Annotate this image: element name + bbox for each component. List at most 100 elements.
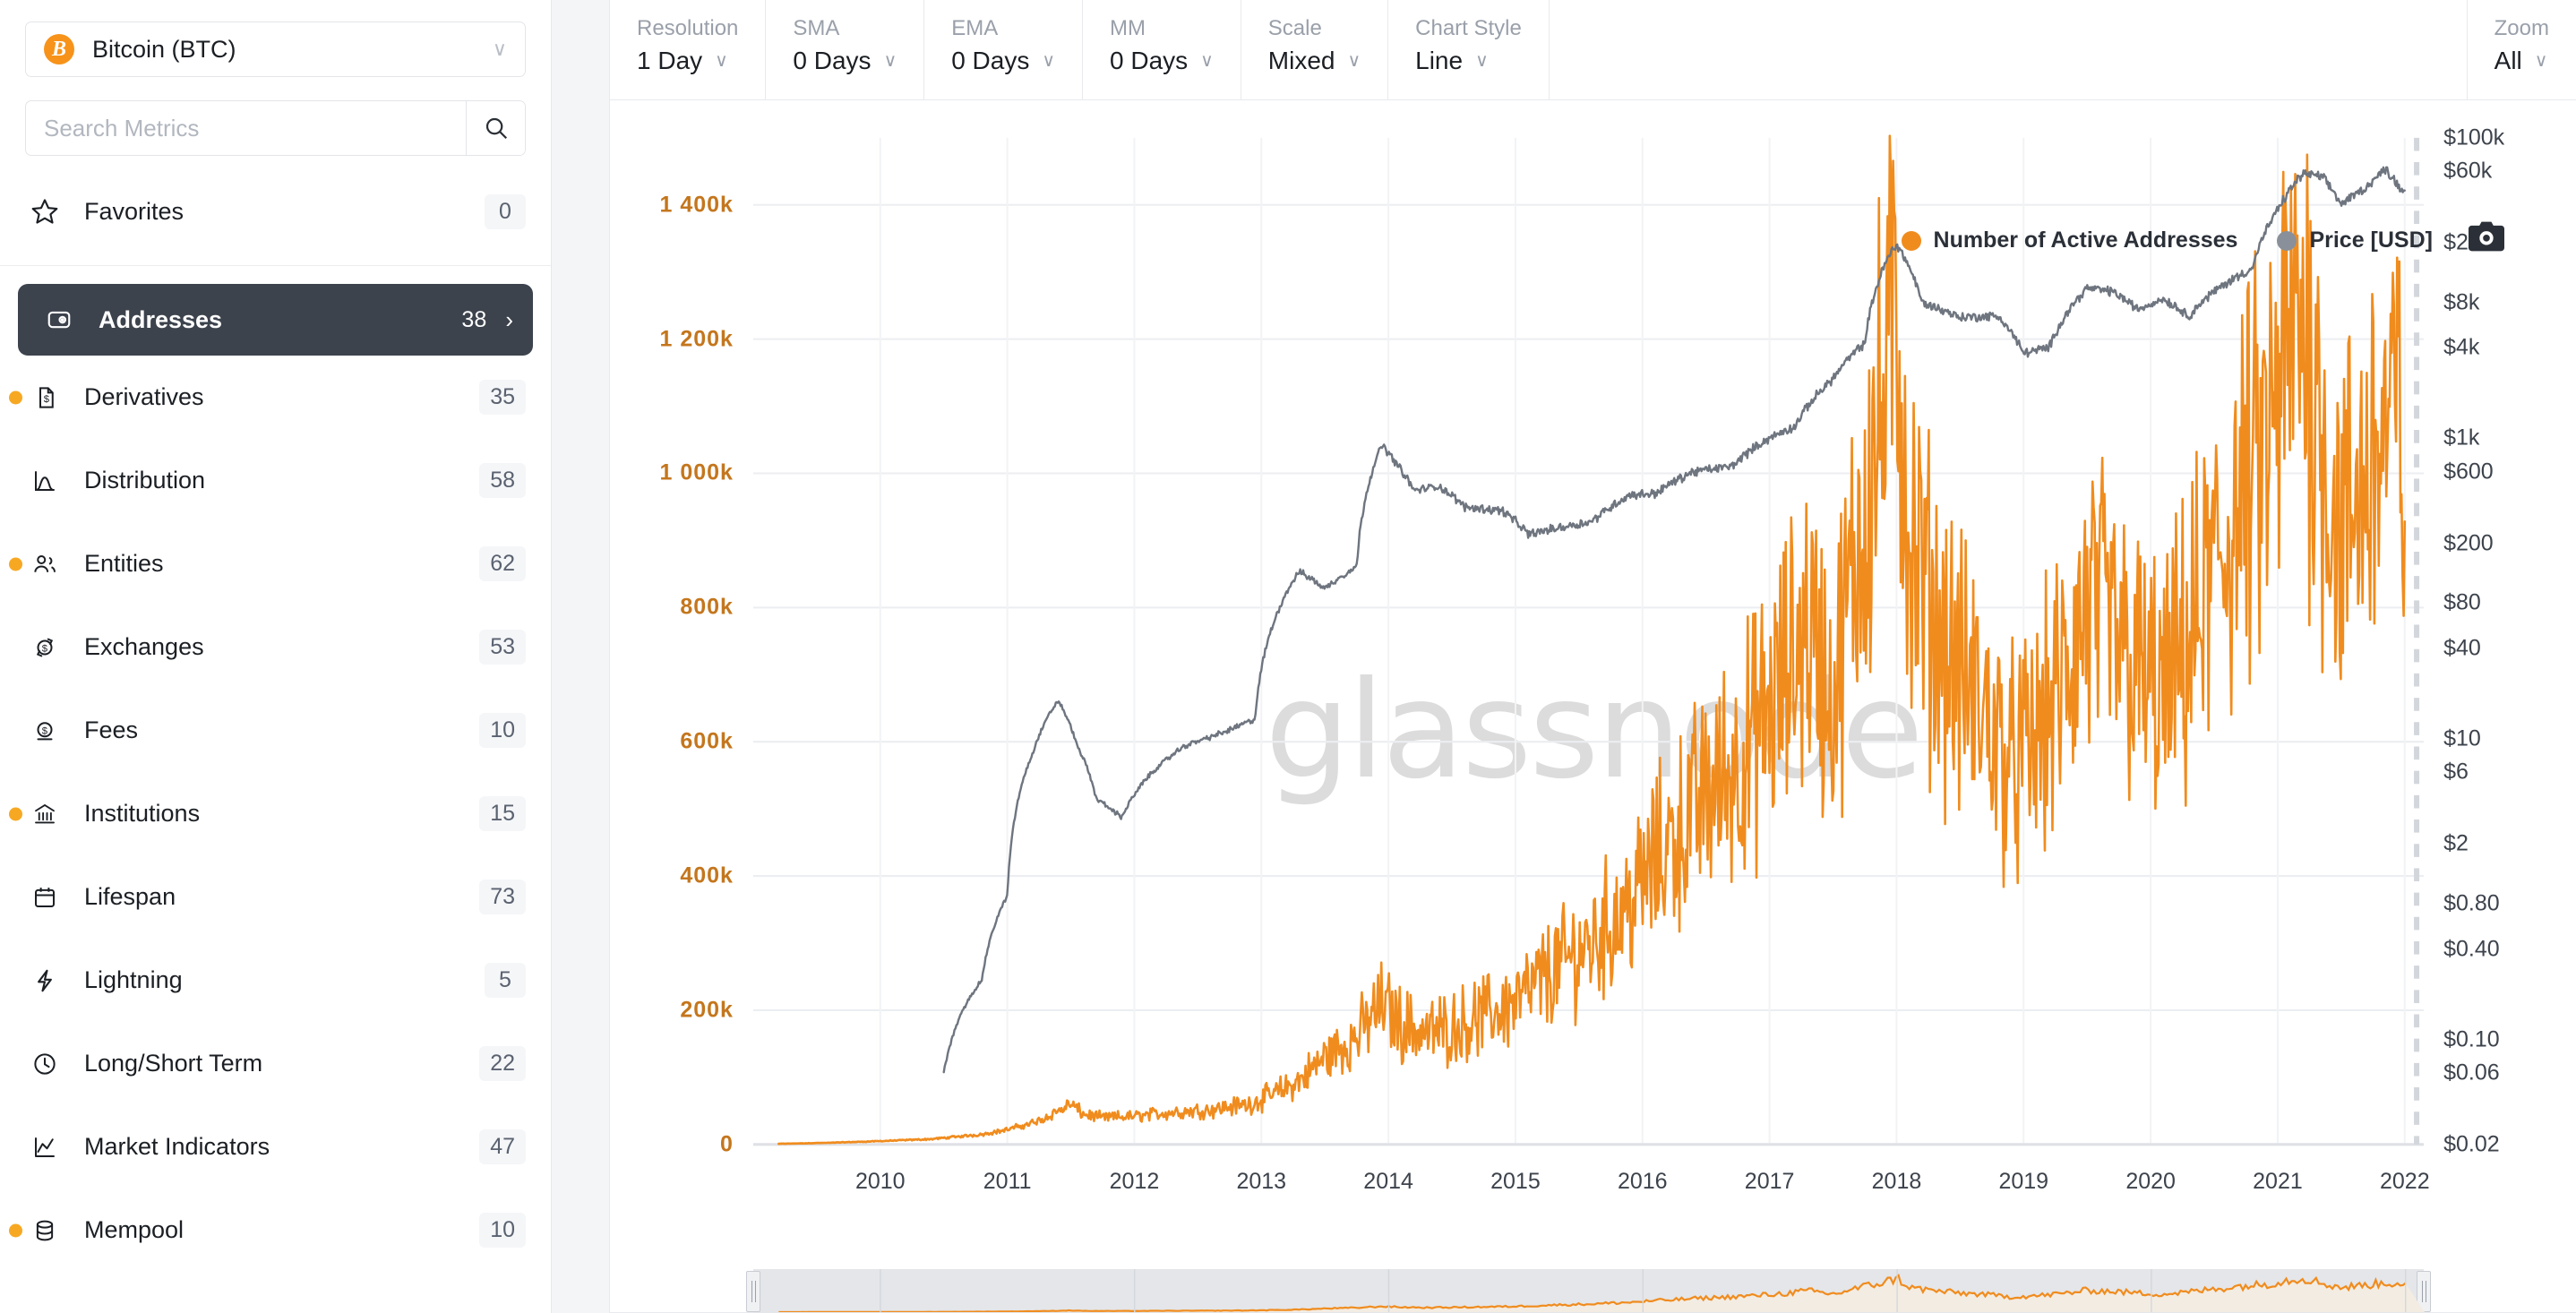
legend-swatch-orange: [1901, 230, 1921, 251]
sidebar-item-derivatives[interactable]: $ Derivatives 35: [0, 356, 551, 439]
sidebar-item-exchanges[interactable]: $ Exchanges 53: [0, 605, 551, 689]
star-icon: [25, 197, 64, 226]
y-axis-right-tick: $0.06: [2443, 1060, 2500, 1086]
sidebar-item-count: 58: [479, 463, 526, 498]
sidebar-item-entities[interactable]: Entities 62: [0, 522, 551, 605]
sidebar-item-addresses[interactable]: Addresses 38 ›: [18, 284, 533, 356]
sidebar-item-label: Distribution: [84, 467, 206, 493]
users-icon: [25, 551, 64, 578]
sidebar-item-label: Institutions: [84, 800, 201, 827]
toolbar-mm[interactable]: MM 0 Days ∨: [1083, 0, 1241, 99]
y-axis-right-tick: $1k: [2443, 425, 2480, 451]
y-axis-left-tick: 200k: [680, 997, 734, 1023]
toolbar-value: All ∨: [2494, 47, 2549, 75]
sidebar-item-count: 10: [479, 1213, 526, 1248]
navigator-preview: [753, 1269, 2425, 1312]
glassnode-studio-app: B Bitcoin (BTC) ∨ Favorites 0: [0, 0, 2576, 1313]
sidebar-item-lifespan[interactable]: Lifespan 73: [0, 855, 551, 939]
y-axis-right-tick: $80: [2443, 589, 2481, 615]
toolbar-resolution[interactable]: Resolution 1 Day ∨: [610, 0, 767, 99]
sidebar-item-distribution[interactable]: Distribution 58: [0, 439, 551, 522]
toolbar-ema[interactable]: EMA 0 Days ∨: [924, 0, 1083, 99]
sidebar-item-count: 47: [479, 1129, 526, 1164]
toolbar-scale[interactable]: Scale Mixed ∨: [1241, 0, 1389, 99]
sidebar-item-count: 35: [479, 380, 526, 415]
bank-icon: [25, 801, 64, 828]
x-axis-tick: 2016: [1617, 1169, 1668, 1195]
sidebar-item-fees[interactable]: $ Fees 10: [0, 689, 551, 772]
x-axis-tick: 2014: [1363, 1169, 1413, 1195]
toolbar-label: MM: [1110, 16, 1146, 40]
sidebar-item-favorites[interactable]: Favorites 0: [0, 179, 551, 244]
clock-icon: [25, 1051, 64, 1077]
screenshot-button[interactable]: [2467, 219, 2506, 254]
y-axis-left-tick: 1 400k: [659, 192, 734, 218]
legend-label: Number of Active Addresses: [1933, 227, 2238, 253]
search-input[interactable]: [26, 101, 466, 155]
favorites-section: Favorites 0: [0, 156, 551, 266]
y-axis-right-tick: $2: [2443, 830, 2469, 856]
chevron-down-icon[interactable]: ∨: [884, 52, 897, 70]
legend-item-price[interactable]: Price [USD]: [2277, 227, 2433, 253]
chevron-down-icon[interactable]: ∨: [715, 52, 728, 70]
new-indicator-dot: [9, 390, 22, 404]
chart-navigator[interactable]: [610, 1244, 2576, 1313]
x-axis-tick: 2022: [2379, 1169, 2430, 1195]
sidebar-item-label: Market Indicators: [84, 1133, 270, 1160]
toolbar-value-text: 0 Days: [1110, 47, 1189, 74]
y-axis-right-tick: $6: [2443, 759, 2469, 785]
y-axis-right-tick: $0.10: [2443, 1026, 2500, 1052]
toolbar-sma[interactable]: SMA 0 Days ∨: [766, 0, 925, 99]
legend-item-active-addresses[interactable]: Number of Active Addresses: [1901, 227, 2238, 253]
x-axis-tick: 2012: [1109, 1169, 1160, 1195]
chevron-down-icon[interactable]: ∨: [1475, 52, 1489, 70]
sidebar-item-label: Entities: [84, 550, 164, 577]
y-axis-left-tick: 0: [720, 1131, 734, 1157]
chevron-down-icon[interactable]: ∨: [493, 39, 507, 59]
sidebar-item-mempool[interactable]: Mempool 10: [0, 1189, 551, 1272]
y-axis-right-tick: $4k: [2443, 334, 2480, 360]
new-indicator-dot: [9, 1223, 22, 1237]
chart-area[interactable]: glassnode Number of Active Addresses Pri…: [610, 100, 2576, 1313]
chevron-down-icon[interactable]: ∨: [1200, 52, 1214, 70]
wallet-icon: [39, 306, 79, 333]
dollar-document-icon: $: [25, 384, 64, 411]
toolbar-value: 0 Days ∨: [951, 47, 1055, 75]
sidebar-item-count: 22: [479, 1046, 526, 1081]
sidebar-item-count: 53: [479, 630, 526, 665]
sidebar-item-label: Exchanges: [84, 633, 204, 660]
sidebar-item-market-indicators[interactable]: Market Indicators 47: [0, 1105, 551, 1189]
toolbar-zoom[interactable]: Zoom All ∨: [2468, 0, 2576, 99]
toolbar-value-text: Mixed: [1267, 47, 1335, 74]
distribution-curve-icon: [25, 468, 64, 494]
toolbar-spacer: [1550, 0, 2468, 99]
sidebar-item-lightning[interactable]: Lightning 5: [0, 939, 551, 1022]
sidebar-item-long-short-term[interactable]: Long/Short Term 22: [0, 1022, 551, 1105]
chevron-down-icon[interactable]: ∨: [1348, 52, 1361, 70]
chevron-down-icon[interactable]: ∨: [1042, 52, 1055, 70]
y-axis-left-tick: 1 000k: [659, 459, 734, 485]
toolbar-chart-style[interactable]: Chart Style Line ∨: [1388, 0, 1550, 99]
svg-text:$: $: [42, 725, 48, 736]
x-axis-tick: 2011: [983, 1169, 1032, 1195]
search-metrics-box[interactable]: [25, 100, 526, 156]
y-axis-right-tick: $0.02: [2443, 1131, 2500, 1157]
x-axis-tick: 2018: [1871, 1169, 1922, 1195]
y-axis-right-tick: $600: [2443, 459, 2494, 485]
y-axis-right-tick: $40: [2443, 635, 2481, 661]
sidebar-item-count: 38: [461, 306, 487, 332]
toolbar-value: Line ∨: [1415, 47, 1522, 75]
calendar-icon: [25, 884, 64, 911]
sidebar-item-count: 73: [479, 880, 526, 914]
asset-selector[interactable]: B Bitcoin (BTC) ∨: [25, 21, 526, 77]
sidebar-item-institutions[interactable]: Institutions 15: [0, 772, 551, 855]
sidebar-item-label: Long/Short Term: [84, 1050, 263, 1077]
metrics-category-list: Addresses 38 › $ Derivatives 35 Distribu…: [0, 266, 551, 1313]
chart-plot[interactable]: [610, 100, 2576, 1312]
y-axis-right-tick: $0.80: [2443, 890, 2500, 916]
y-axis-left-tick: 600k: [680, 728, 734, 754]
sidebar-item-count: 62: [479, 546, 526, 581]
search-button[interactable]: [466, 101, 525, 155]
toolbar-label: Chart Style: [1415, 16, 1522, 40]
chevron-down-icon[interactable]: ∨: [2535, 52, 2548, 70]
